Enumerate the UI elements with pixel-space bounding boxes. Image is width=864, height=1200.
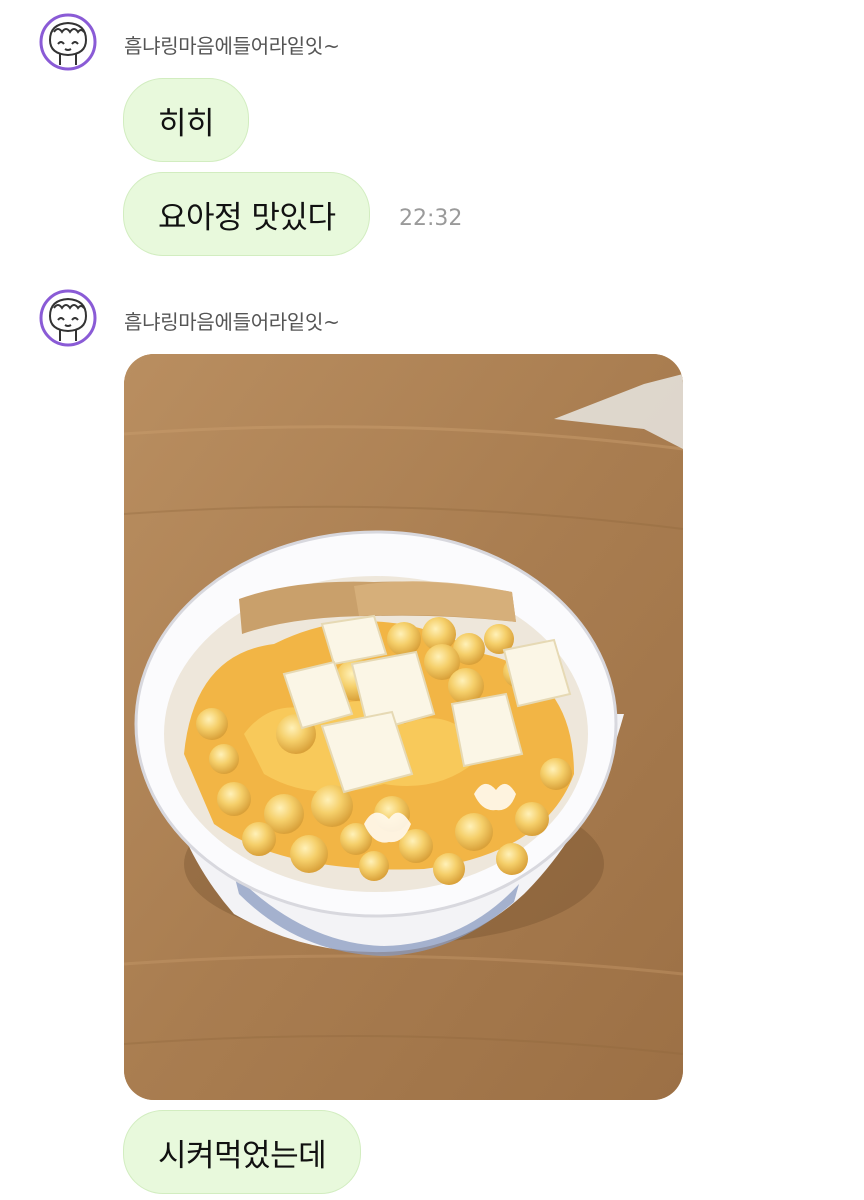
photo-attachment[interactable] [124, 354, 683, 1100]
cartoon-face-icon [39, 289, 97, 347]
sender-avatar[interactable] [36, 286, 100, 350]
yogurt-ice-cream-photo [124, 354, 683, 1100]
message-text: 히히 [158, 105, 215, 142]
sender-avatar[interactable] [36, 10, 100, 74]
sender-name: 흠냐링마음에들어라잍잇~ [124, 310, 340, 334]
message-bubble[interactable]: 히히 [123, 78, 250, 162]
message-bubble[interactable]: 요아정 맛있다 [123, 172, 371, 256]
message-text: 시켜먹었는데 [158, 1137, 327, 1174]
chat-thread: 흠냐링마음에들어라잍잇~ 히히 요아정 맛있다 22:32 흠냐링마음에들어라잍… [0, 0, 864, 1200]
sender-name: 흠냐링마음에들어라잍잇~ [124, 34, 340, 58]
message-bubble[interactable]: 시켜먹었는데 [123, 1110, 362, 1194]
message-timestamp: 22:32 [399, 206, 463, 231]
cartoon-face-icon [39, 13, 97, 71]
message-text: 요아정 맛있다 [158, 199, 336, 236]
